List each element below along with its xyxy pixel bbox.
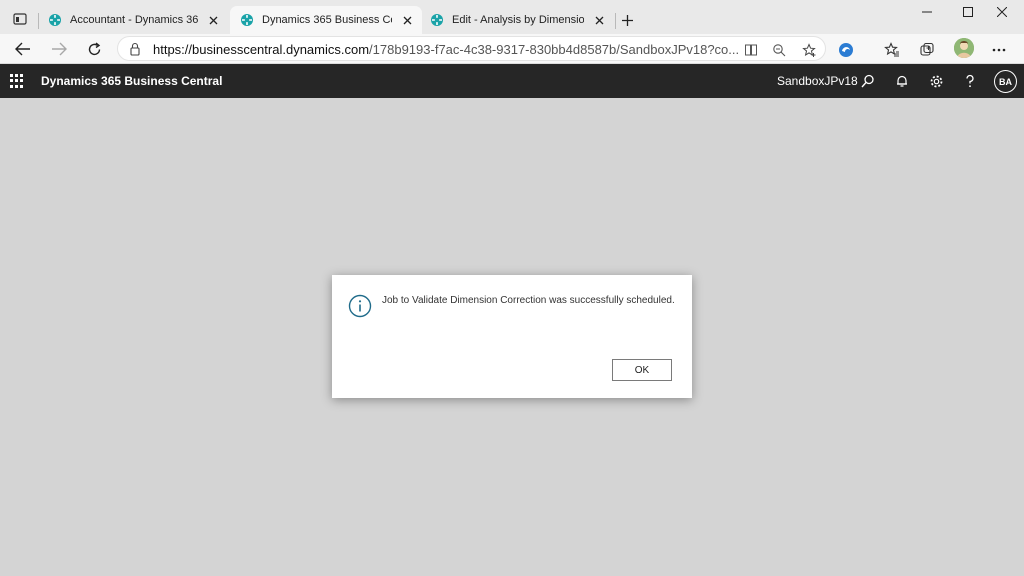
tab-accountant[interactable]: Accountant - Dynamics 365 Busi [40, 6, 228, 34]
collections-icon[interactable] [916, 39, 938, 61]
browser-essentials-icon[interactable] [835, 39, 857, 61]
url-text: https://businesscentral.dynamics.com/178… [153, 42, 739, 57]
new-tab-icon[interactable] [617, 10, 637, 30]
refresh-icon[interactable] [83, 38, 105, 60]
lock-icon[interactable] [128, 42, 142, 56]
dynamics-favicon-icon [49, 14, 61, 26]
bell-icon[interactable] [893, 72, 911, 90]
app-title[interactable]: Dynamics 365 Business Central [41, 74, 222, 88]
tab-title: Accountant - Dynamics 365 Busi [70, 14, 198, 26]
waffle-icon[interactable] [10, 74, 24, 88]
more-icon[interactable] [988, 39, 1010, 61]
immersive-reader-icon[interactable] [742, 41, 760, 59]
search-icon[interactable] [859, 72, 877, 90]
ok-button[interactable]: OK [612, 359, 672, 381]
zoom-icon[interactable] [770, 41, 788, 59]
user-initials-badge[interactable]: BA [994, 70, 1017, 93]
app-bar: Dynamics 365 Business Central SandboxJPv… [0, 64, 1024, 98]
dynamics-favicon-icon [431, 14, 443, 26]
forward-icon[interactable] [48, 38, 70, 60]
tab-actions-icon[interactable] [10, 9, 30, 29]
tab-separator [615, 13, 616, 29]
back-icon[interactable] [12, 38, 34, 60]
minimize-icon[interactable] [904, 0, 949, 24]
address-bar[interactable]: https://businesscentral.dynamics.com/178… [117, 36, 826, 61]
window-close-icon[interactable] [979, 0, 1024, 24]
tab-title: Dynamics 365 Business Central [262, 14, 392, 26]
message-dialog: Job to Validate Dimension Correction was… [332, 275, 692, 398]
gear-icon[interactable] [927, 72, 945, 90]
dialog-message: Job to Validate Dimension Correction was… [382, 295, 675, 306]
help-icon[interactable] [961, 72, 979, 90]
tab-business-central[interactable]: Dynamics 365 Business Central [230, 6, 422, 34]
profile-avatar[interactable] [954, 38, 974, 58]
browser-toolbar: https://businesscentral.dynamics.com/178… [0, 34, 1024, 64]
tab-separator [38, 13, 39, 29]
add-favorite-icon[interactable] [800, 41, 818, 59]
dynamics-favicon-icon [241, 14, 253, 26]
favorites-icon[interactable] [881, 39, 903, 61]
close-icon[interactable] [590, 11, 608, 29]
company-name[interactable]: SandboxJPv18 [777, 74, 858, 88]
close-icon[interactable] [204, 11, 222, 29]
url-path: /178b9193-f7ac-4c38-9317-830bb4d8587b/Sa… [369, 42, 740, 57]
browser-tab-strip: Accountant - Dynamics 365 Busi Dynamics … [0, 0, 1024, 34]
tab-analysis-by-dimensions[interactable]: Edit - Analysis by Dimensions - D [422, 6, 614, 34]
url-host: https://businesscentral.dynamics.com [153, 42, 370, 57]
info-icon [348, 294, 372, 318]
close-icon[interactable] [398, 11, 416, 29]
tab-title: Edit - Analysis by Dimensions - D [452, 14, 584, 26]
